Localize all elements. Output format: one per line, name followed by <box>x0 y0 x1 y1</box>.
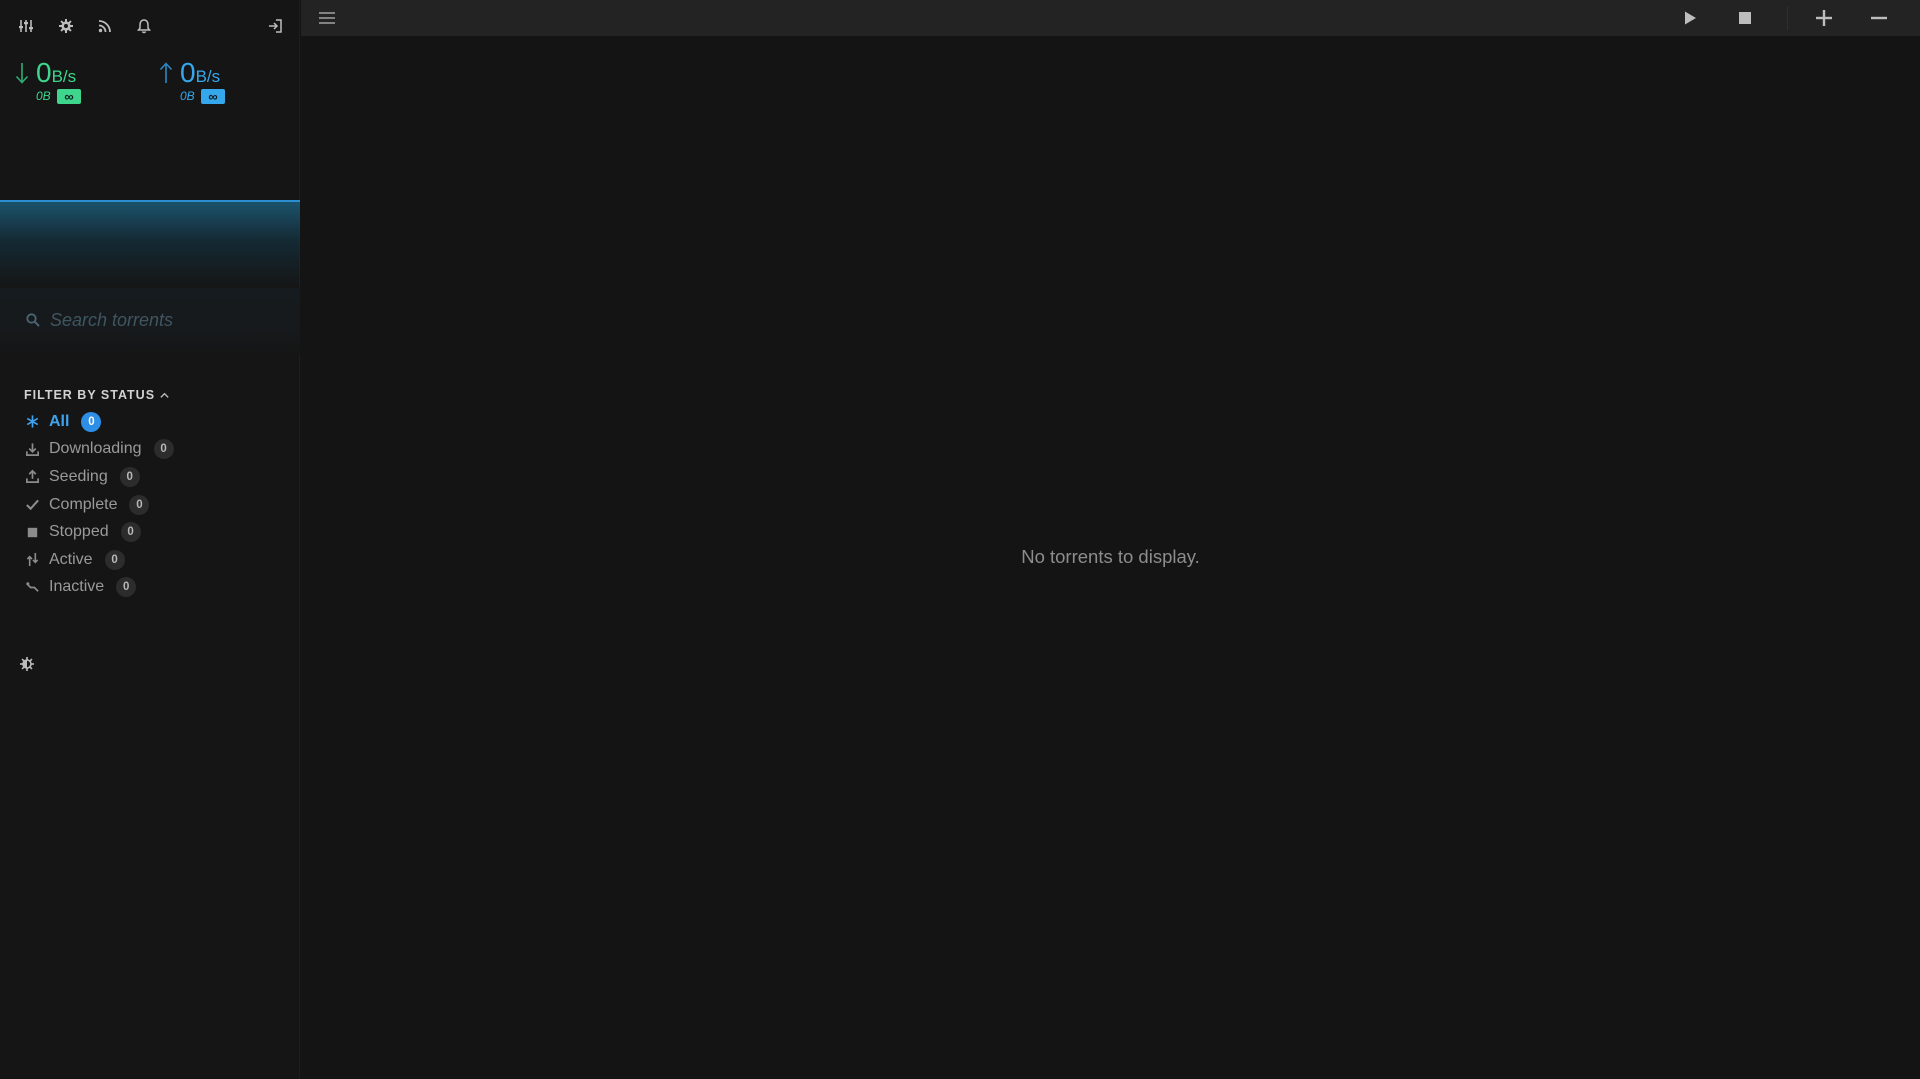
count-badge: 0 <box>153 439 174 460</box>
download-total: 0B <box>36 89 51 103</box>
filter-label: Active <box>49 550 93 568</box>
status-filter: FILTER BY STATUS All 0 Downloading 0 See… <box>24 388 284 601</box>
filter-item-complete[interactable]: Complete 0 <box>24 491 284 519</box>
stop-icon[interactable] <box>1733 6 1757 30</box>
menu-icon[interactable] <box>315 6 339 30</box>
checkmark-icon <box>24 497 40 513</box>
mixer-icon[interactable] <box>14 14 38 38</box>
stop-square-icon <box>24 524 40 540</box>
count-badge: 0 <box>120 522 141 543</box>
search-bar <box>0 288 300 354</box>
sidebar: 0B/s 0B ∞ 0B/s 0B ∞ FILTER BY STATUS All… <box>0 0 300 1079</box>
upload-total: 0B <box>180 89 195 103</box>
play-icon[interactable] <box>1678 6 1702 30</box>
search-icon <box>26 313 40 327</box>
toolbar-divider <box>1787 6 1788 30</box>
count-badge: 0 <box>129 494 150 515</box>
minus-icon[interactable] <box>1867 6 1891 30</box>
count-badge: 0 <box>81 411 102 432</box>
plus-icon[interactable] <box>1812 6 1836 30</box>
download-rate: 0B/s <box>36 57 77 88</box>
filter-item-stopped[interactable]: Stopped 0 <box>24 518 284 546</box>
empty-state-message: No torrents to display. <box>1021 546 1200 567</box>
filter-label: Downloading <box>49 440 142 458</box>
transfer-graph <box>0 200 300 288</box>
sidebar-toolbar <box>0 0 300 52</box>
filter-item-downloading[interactable]: Downloading 0 <box>24 436 284 464</box>
top-toolbar <box>301 0 1920 36</box>
upload-limit-badge[interactable]: ∞ <box>201 89 225 104</box>
rss-icon[interactable] <box>93 14 117 38</box>
download-limit-badge[interactable]: ∞ <box>57 89 81 104</box>
transfer-arrows-icon <box>24 552 40 568</box>
download-tray-icon <box>24 441 40 457</box>
logout-icon[interactable] <box>263 14 287 38</box>
idle-line-icon <box>24 579 40 595</box>
filter-item-all[interactable]: All 0 <box>24 408 284 436</box>
filter-item-active[interactable]: Active 0 <box>24 546 284 574</box>
filter-label: Inactive <box>49 578 105 596</box>
filter-label: Stopped <box>49 523 109 541</box>
search-input[interactable] <box>48 302 278 338</box>
chevron-up-icon <box>160 392 169 398</box>
filter-label: All <box>49 412 70 430</box>
torrent-list: No torrents to display. <box>301 36 1920 1079</box>
filter-label: Seeding <box>49 467 108 485</box>
upload-rate: 0B/s <box>180 57 221 88</box>
filter-label: Complete <box>49 495 118 513</box>
filter-heading[interactable]: FILTER BY STATUS <box>24 388 284 402</box>
asterisk-icon <box>24 414 40 430</box>
upload-tray-icon <box>24 469 40 485</box>
count-badge: 0 <box>116 577 137 598</box>
filter-item-inactive[interactable]: Inactive 0 <box>24 574 284 602</box>
theme-toggle-icon[interactable] <box>18 655 36 673</box>
filter-item-seeding[interactable]: Seeding 0 <box>24 463 284 491</box>
arrow-down-icon <box>15 63 29 84</box>
bell-icon[interactable] <box>132 14 156 38</box>
arrow-up-icon <box>159 62 173 83</box>
count-badge: 0 <box>119 466 140 487</box>
gear-icon[interactable] <box>54 14 78 38</box>
count-badge: 0 <box>104 549 125 570</box>
